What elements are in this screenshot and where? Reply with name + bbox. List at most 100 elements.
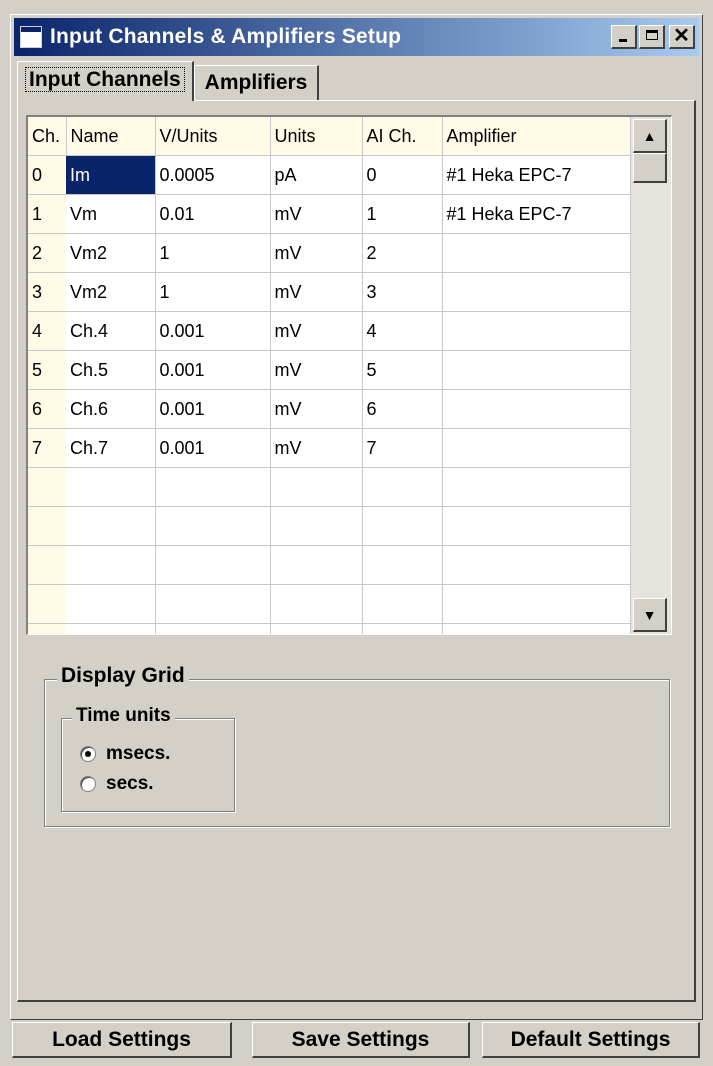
- cell-v-units[interactable]: 1: [155, 272, 271, 312]
- table-header-row: Ch. Name V/Units Units AI Ch. Amplifier: [28, 117, 631, 156]
- tab-amplifiers[interactable]: Amplifiers: [193, 65, 320, 101]
- cell-amplifier[interactable]: [442, 272, 631, 312]
- cell-name[interactable]: Ch.5: [66, 350, 156, 390]
- table-row[interactable]: 7 Ch.7 0.001 mV 7: [28, 428, 631, 468]
- radio-secs-label: secs.: [106, 773, 154, 794]
- cell-v-units[interactable]: 0.001: [155, 428, 271, 468]
- cell-name[interactable]: Ch.4: [66, 311, 156, 351]
- cell-v-units[interactable]: 0.001: [155, 350, 271, 390]
- cell-amplifier[interactable]: [442, 389, 631, 429]
- column-header-name: Name: [66, 117, 156, 156]
- cell-units[interactable]: mV: [270, 311, 363, 351]
- maximize-button[interactable]: [639, 25, 665, 49]
- save-settings-button[interactable]: Save Settings: [252, 1022, 470, 1058]
- time-units-group: Time units msecs. secs.: [61, 705, 235, 812]
- table-row[interactable]: 1 Vm 0.01 mV 1 #1 Heka EPC-7: [28, 194, 631, 234]
- cell-amplifier[interactable]: [442, 350, 631, 390]
- cell-ai-ch[interactable]: 5: [362, 350, 443, 390]
- cell-name[interactable]: Ch.7: [66, 428, 156, 468]
- cell-amplifier[interactable]: [442, 311, 631, 351]
- radio-msecs[interactable]: msecs.: [80, 743, 170, 765]
- cell-units[interactable]: mV: [270, 428, 363, 468]
- cell-units[interactable]: mV: [270, 233, 363, 273]
- cell-units[interactable]: mV: [270, 272, 363, 312]
- column-header-ai-ch: AI Ch.: [362, 117, 443, 156]
- cell-units[interactable]: pA: [270, 155, 363, 195]
- cell-v-units[interactable]: 0.0005: [155, 155, 271, 195]
- cell-ai-ch[interactable]: 0: [362, 155, 443, 195]
- cell-ch: 7: [28, 428, 66, 468]
- channels-grid: Ch. Name V/Units Units AI Ch. Amplifier …: [26, 115, 672, 635]
- close-button[interactable]: ✕: [669, 25, 695, 49]
- cell-units[interactable]: mV: [270, 389, 363, 429]
- cell-ai-ch[interactable]: 7: [362, 428, 443, 468]
- cell-name[interactable]: Vm2: [66, 233, 156, 273]
- column-header-amplifier: Amplifier: [442, 117, 631, 156]
- cell-ch: 4: [28, 311, 66, 351]
- tab-strip: Input Channels Amplifiers: [17, 61, 320, 101]
- cell-ch: 5: [28, 350, 66, 390]
- cell-ai-ch[interactable]: 6: [362, 389, 443, 429]
- minimize-button[interactable]: [611, 25, 637, 49]
- cell-ai-ch[interactable]: 2: [362, 233, 443, 273]
- title-bar[interactable]: Input Channels & Amplifiers Setup ✕: [14, 18, 699, 56]
- cell-v-units[interactable]: 0.001: [155, 389, 271, 429]
- channels-table: Ch. Name V/Units Units AI Ch. Amplifier …: [28, 117, 631, 634]
- default-settings-button[interactable]: Default Settings: [482, 1022, 700, 1058]
- time-units-legend: Time units: [72, 705, 175, 727]
- table-row[interactable]: 6 Ch.6 0.001 mV 6: [28, 389, 631, 429]
- radio-msecs-label: msecs.: [106, 743, 171, 764]
- cell-ch: 3: [28, 272, 66, 312]
- cell-ch: 6: [28, 389, 66, 429]
- display-grid-group: Display Grid Time units msecs. secs.: [44, 664, 670, 827]
- close-icon: ✕: [673, 25, 690, 47]
- table-row[interactable]: 3 Vm2 1 mV 3: [28, 272, 631, 312]
- cell-units[interactable]: mV: [270, 194, 363, 234]
- radio-unselected-icon[interactable]: [80, 776, 96, 792]
- table-row[interactable]: 4 Ch.4 0.001 mV 4: [28, 311, 631, 351]
- empty-row[interactable]: [28, 545, 631, 585]
- radio-selected-icon[interactable]: [80, 746, 96, 762]
- column-header-ch: Ch.: [28, 117, 67, 156]
- tab-panel-input-channels: Ch. Name V/Units Units AI Ch. Amplifier …: [17, 100, 696, 1002]
- empty-row[interactable]: [28, 623, 631, 634]
- scroll-down-button[interactable]: ▼: [633, 598, 667, 632]
- tab-input-channels[interactable]: Input Channels: [17, 61, 194, 101]
- cell-ch: 0: [28, 155, 66, 195]
- empty-row[interactable]: [28, 506, 631, 546]
- arrow-down-icon: ▼: [642, 606, 657, 623]
- table-row[interactable]: 0 Im 0.0005 pA 0 #1 Heka EPC-7: [28, 155, 631, 195]
- cell-name[interactable]: Im: [66, 155, 156, 195]
- cell-amplifier[interactable]: #1 Heka EPC-7: [442, 194, 631, 234]
- cell-ai-ch[interactable]: 3: [362, 272, 443, 312]
- radio-secs[interactable]: secs.: [80, 773, 154, 795]
- cell-ai-ch[interactable]: 1: [362, 194, 443, 234]
- app-window-icon: [20, 26, 42, 48]
- scrollbar-thumb[interactable]: [633, 153, 667, 183]
- cell-ai-ch[interactable]: 4: [362, 311, 443, 351]
- empty-row[interactable]: [28, 467, 631, 507]
- display-grid-legend: Display Grid: [57, 664, 189, 688]
- vertical-scrollbar[interactable]: ▲ ▼: [631, 117, 671, 634]
- cell-name[interactable]: Ch.6: [66, 389, 156, 429]
- table-row[interactable]: 5 Ch.5 0.001 mV 5: [28, 350, 631, 390]
- scroll-up-button[interactable]: ▲: [633, 119, 667, 153]
- cell-amplifier[interactable]: [442, 428, 631, 468]
- cell-name[interactable]: Vm: [66, 194, 156, 234]
- cell-units[interactable]: mV: [270, 350, 363, 390]
- cell-v-units[interactable]: 0.001: [155, 311, 271, 351]
- column-header-v-units: V/Units: [155, 117, 271, 156]
- title-bar-controls: ✕: [609, 25, 695, 49]
- cell-amplifier[interactable]: [442, 233, 631, 273]
- cell-amplifier[interactable]: #1 Heka EPC-7: [442, 155, 631, 195]
- empty-row[interactable]: [28, 584, 631, 624]
- cell-v-units[interactable]: 0.01: [155, 194, 271, 234]
- cell-v-units[interactable]: 1: [155, 233, 271, 273]
- window-title: Input Channels & Amplifiers Setup: [50, 25, 402, 48]
- load-settings-button[interactable]: Load Settings: [12, 1022, 232, 1058]
- table-row[interactable]: 2 Vm2 1 mV 2: [28, 233, 631, 273]
- arrow-up-icon: ▲: [642, 127, 657, 144]
- cell-ch: 1: [28, 194, 66, 234]
- cell-name[interactable]: Vm2: [66, 272, 156, 312]
- dialog-window: Input Channels & Amplifiers Setup ✕ Inpu…: [10, 14, 703, 1020]
